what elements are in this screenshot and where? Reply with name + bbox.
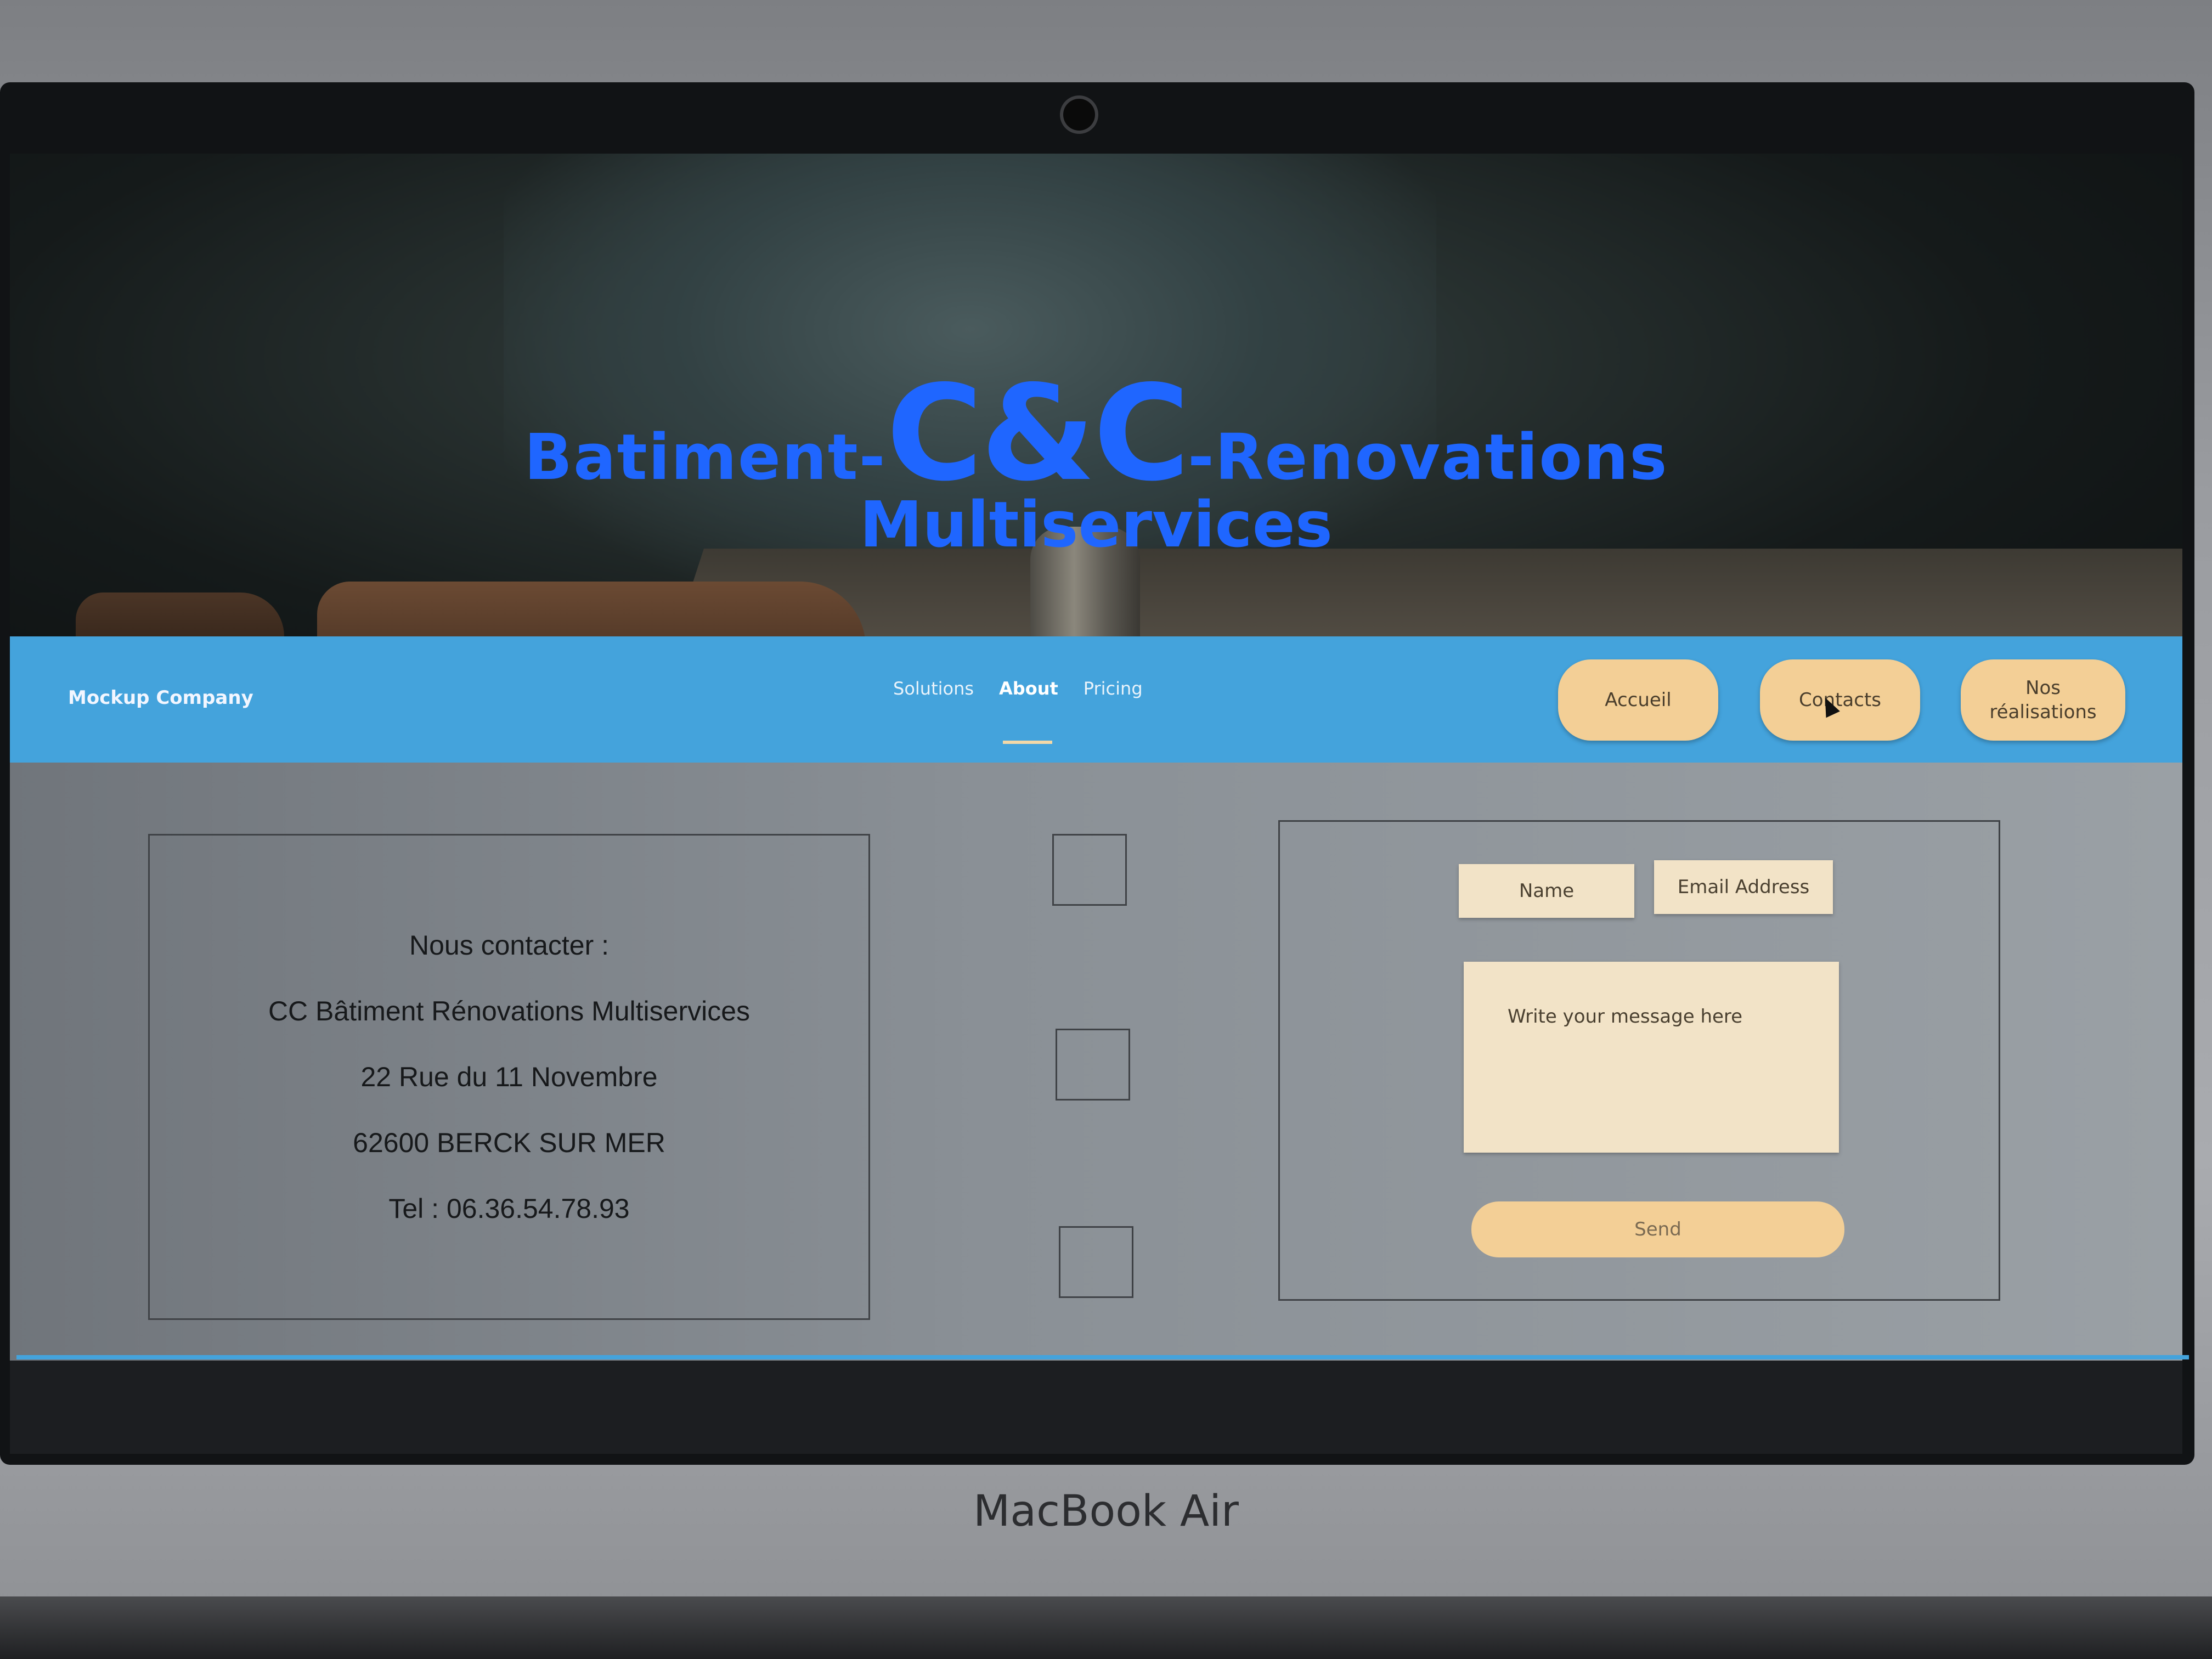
phone-number: Tel : 06.36.54.78.93 <box>388 1193 630 1224</box>
accueil-button[interactable]: Accueil <box>1558 659 1718 741</box>
street-address: 22 Rue du 11 Novembre <box>360 1062 658 1092</box>
section-divider <box>16 1355 2189 1359</box>
contact-heading: Nous contacter : <box>409 930 610 961</box>
nav-link-about[interactable]: About <box>999 678 1058 699</box>
hero-subtitle: Multiservices <box>859 488 1333 562</box>
device-label: MacBook Air <box>973 1487 1239 1536</box>
camera-icon <box>1063 99 1095 131</box>
send-button[interactable]: Send <box>1471 1201 1844 1257</box>
email-field[interactable]: Email Address <box>1654 860 1833 914</box>
laptop-base <box>0 1596 2212 1659</box>
social-icon-placeholder[interactable] <box>1056 1029 1130 1101</box>
hero-title-right: -Renovations <box>1188 421 1668 494</box>
nos-realisations-button[interactable]: Nos réalisations <box>1961 659 2125 741</box>
hero-title: Batiment-C&C-Renovations Multiservices <box>10 357 2182 562</box>
message-field[interactable]: Write your message here <box>1464 962 1839 1153</box>
social-icon-placeholder[interactable] <box>1052 834 1127 906</box>
brand-logo[interactable]: Mockup Company <box>68 687 253 709</box>
contacts-button[interactable]: Contacts <box>1760 659 1920 741</box>
social-icon-placeholder[interactable] <box>1059 1226 1133 1298</box>
name-field[interactable]: Name <box>1459 864 1634 918</box>
hero-title-mid: C&C <box>886 357 1190 510</box>
navbar: Mockup Company Solutions About Pricing A… <box>10 636 2182 763</box>
city-address: 62600 BERCK SUR MER <box>353 1127 665 1158</box>
active-tab-indicator <box>1003 741 1052 744</box>
company-name: CC Bâtiment Rénovations Multiservices <box>268 996 751 1026</box>
nav-link-pricing[interactable]: Pricing <box>1084 678 1143 699</box>
hero-title-left: Batiment- <box>524 421 887 494</box>
nav-links: Solutions About Pricing <box>893 678 1143 699</box>
nav-link-solutions[interactable]: Solutions <box>893 678 974 699</box>
contact-info-box: Nous contacter : CC Bâtiment Rénovations… <box>148 834 870 1320</box>
